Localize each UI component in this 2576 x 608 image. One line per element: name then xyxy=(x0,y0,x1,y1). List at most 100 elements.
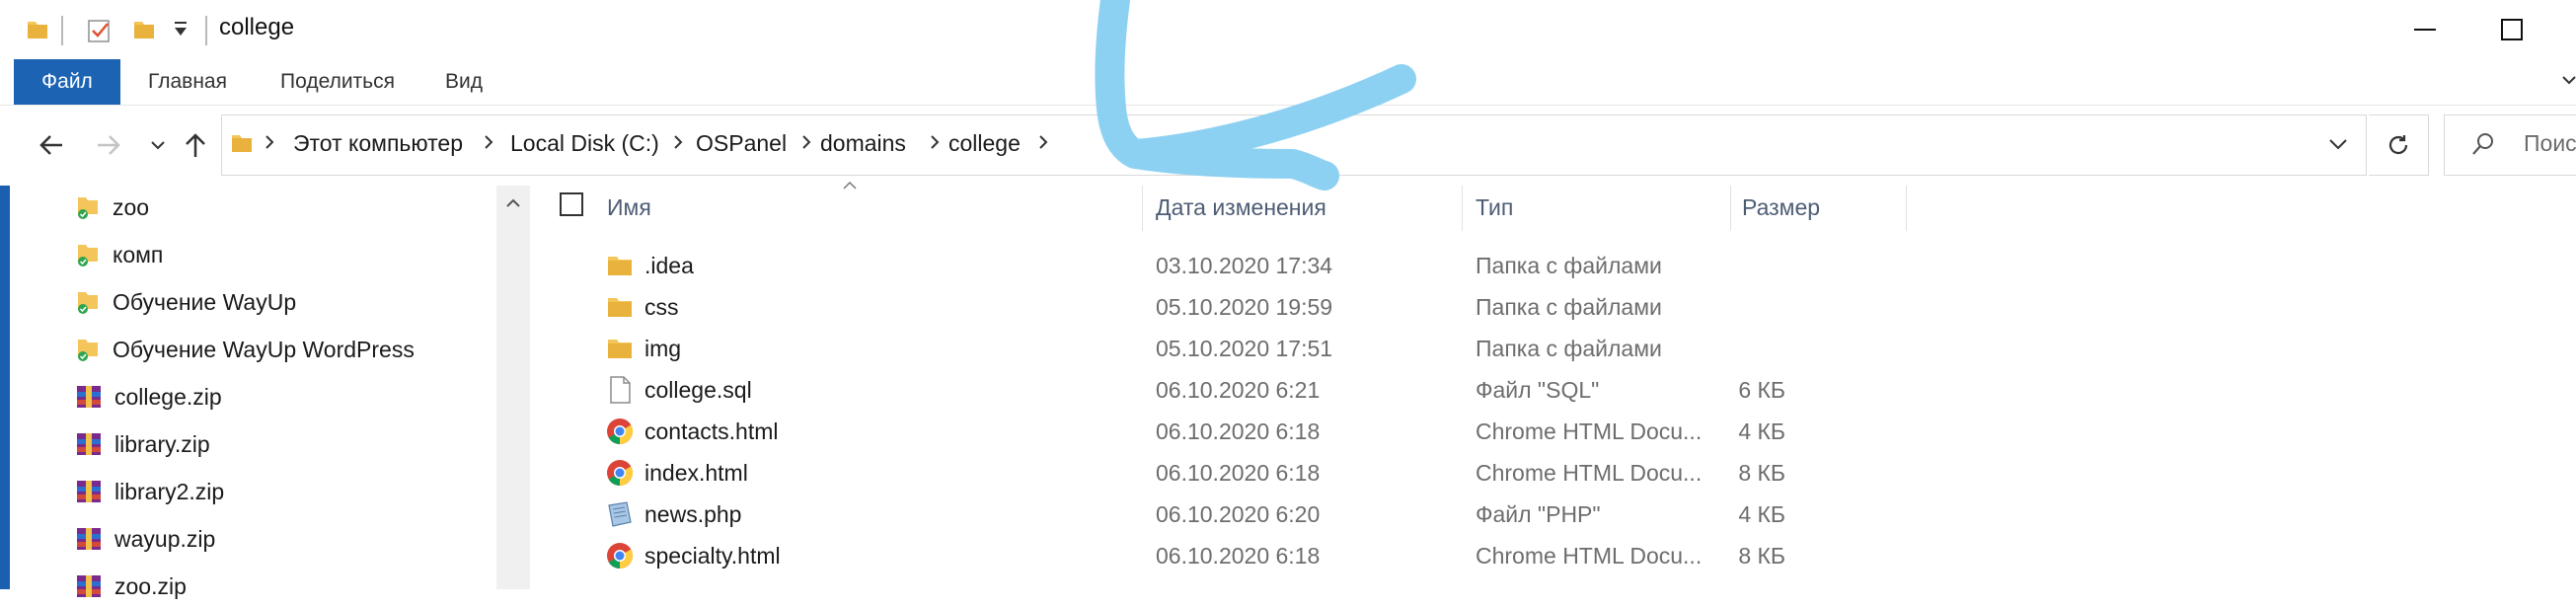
back-button[interactable] xyxy=(32,125,71,165)
properties-check-icon[interactable] xyxy=(87,18,113,48)
file-name: college.sql xyxy=(644,377,752,403)
tree-item-library-zip[interactable]: library.zip xyxy=(75,422,210,466)
pane-edge xyxy=(0,186,10,589)
file-name: index.html xyxy=(644,460,748,486)
folder-icon xyxy=(230,131,254,160)
column-divider[interactable] xyxy=(1730,186,1731,231)
column-divider[interactable] xyxy=(1906,186,1907,231)
search-input[interactable]: Поис xyxy=(2524,130,2576,157)
chevron-right-icon[interactable] xyxy=(929,132,941,157)
separator xyxy=(61,16,63,45)
tab-view[interactable]: Вид xyxy=(434,59,493,105)
tree-item-label: library.zip xyxy=(114,430,210,457)
tab-file[interactable]: Файл xyxy=(14,59,120,105)
file-size: 8 КБ xyxy=(1738,460,1785,486)
column-divider[interactable] xyxy=(1462,186,1463,231)
navigation-pane: zoo комп Обучение WayUp Обучение WayUp W… xyxy=(0,186,530,599)
breadcrumb-local-disk[interactable]: Local Disk (C:) xyxy=(510,130,659,157)
tree-item-label: zoo.zip xyxy=(114,572,187,599)
file-row[interactable]: college.sql 06.10.2020 6:21 Файл "SQL" 6… xyxy=(536,369,1918,411)
nav-pane-scrollbar[interactable] xyxy=(496,186,530,589)
maximize-icon xyxy=(2501,19,2523,40)
separator xyxy=(205,16,207,45)
column-header-name[interactable]: Имя xyxy=(607,186,651,229)
search-box[interactable]: Поис xyxy=(2444,114,2576,176)
column-divider[interactable] xyxy=(1142,186,1143,231)
chevron-right-icon[interactable] xyxy=(800,132,812,157)
file-size xyxy=(1720,328,1918,369)
maximize-button[interactable] xyxy=(2467,0,2556,59)
tab-home[interactable]: Главная xyxy=(138,59,237,105)
breadcrumb-this-pc[interactable]: Этот компьютер xyxy=(293,130,463,157)
refresh-icon xyxy=(2388,135,2408,155)
zip-archive-icon xyxy=(77,481,101,502)
file-date: 05.10.2020 17:51 xyxy=(1156,336,1333,361)
file-type: Файл "PHP" xyxy=(1476,501,1601,527)
zip-archive-icon xyxy=(77,575,101,597)
new-folder-icon[interactable] xyxy=(132,18,156,46)
tree-item-komp[interactable]: комп xyxy=(75,233,163,276)
tree-item-library2-zip[interactable]: library2.zip xyxy=(75,470,224,513)
up-button[interactable] xyxy=(176,125,215,165)
minimize-button[interactable] xyxy=(2381,0,2469,59)
breadcrumb-ospanel[interactable]: OSPanel xyxy=(696,130,787,157)
address-bar[interactable]: Этот компьютер Local Disk (C:) OSPanel d… xyxy=(221,114,2367,176)
chrome-icon xyxy=(607,543,634,570)
customize-quick-access-icon[interactable] xyxy=(172,20,189,44)
address-history-chevron-icon[interactable] xyxy=(2328,137,2348,156)
tree-item-wayup[interactable]: Обучение WayUp xyxy=(75,280,296,324)
file-row[interactable]: .idea 03.10.2020 17:34 Папка с файлами xyxy=(536,245,1918,286)
file-row[interactable]: img 05.10.2020 17:51 Папка с файлами xyxy=(536,328,1918,369)
sort-ascending-icon xyxy=(842,178,858,195)
chevron-right-icon[interactable] xyxy=(483,132,494,157)
file-date: 06.10.2020 6:18 xyxy=(1156,543,1321,569)
window-title: college xyxy=(219,14,295,40)
refresh-button[interactable] xyxy=(2369,114,2429,176)
file-type: Папка с файлами xyxy=(1476,253,1662,278)
scroll-up-icon[interactable] xyxy=(506,195,520,213)
back-arrow-icon xyxy=(39,135,62,155)
column-header-size[interactable]: Размер xyxy=(1742,186,1820,229)
file-name: css xyxy=(644,294,679,320)
expand-ribbon-icon[interactable] xyxy=(2562,73,2576,92)
file-name: .idea xyxy=(644,253,694,278)
tree-item-zoo-zip[interactable]: zoo.zip xyxy=(75,565,187,608)
recent-locations-button[interactable] xyxy=(138,125,178,165)
tree-item-wayup-zip[interactable]: wayup.zip xyxy=(75,517,215,561)
breadcrumb-college[interactable]: college xyxy=(948,130,1021,157)
file-type: Файл "SQL" xyxy=(1476,377,1600,403)
file-date: 05.10.2020 19:59 xyxy=(1156,294,1333,320)
tree-item-label: комп xyxy=(113,241,164,267)
chrome-icon xyxy=(607,418,634,445)
title-bar: college xyxy=(0,0,2576,59)
search-icon xyxy=(2470,131,2496,162)
select-all-checkbox[interactable] xyxy=(560,192,583,216)
file-row[interactable]: contacts.html 06.10.2020 6:18 Chrome HTM… xyxy=(536,411,1918,452)
tree-item-wayup-wordpress[interactable]: Обучение WayUp WordPress xyxy=(75,328,415,371)
tree-item-zoo[interactable]: zoo xyxy=(75,186,149,229)
file-name: contacts.html xyxy=(644,418,779,444)
chevron-right-icon[interactable] xyxy=(672,132,684,157)
minimize-icon xyxy=(2414,29,2436,31)
file-row[interactable]: specialty.html 06.10.2020 6:18 Chrome HT… xyxy=(536,535,1918,576)
chrome-icon xyxy=(607,460,634,487)
tab-share[interactable]: Поделиться xyxy=(268,59,407,105)
zip-archive-icon xyxy=(77,386,101,408)
file-type: Папка с файлами xyxy=(1476,294,1662,320)
file-date: 06.10.2020 6:18 xyxy=(1156,418,1321,444)
chevron-right-icon[interactable] xyxy=(264,132,275,157)
column-header-date[interactable]: Дата изменения xyxy=(1156,186,1326,229)
file-row[interactable]: css 05.10.2020 19:59 Папка с файлами xyxy=(536,286,1918,328)
file-name: img xyxy=(644,336,682,361)
forward-button[interactable] xyxy=(89,125,128,165)
file-row[interactable]: news.php 06.10.2020 6:20 Файл "PHP" 4 КБ xyxy=(536,494,1918,535)
ribbon-tabs: Файл Главная Поделиться Вид xyxy=(0,59,2576,105)
chevron-right-icon[interactable] xyxy=(1037,132,1049,157)
file-date: 06.10.2020 6:21 xyxy=(1156,377,1321,403)
synced-folder-icon xyxy=(78,245,98,266)
breadcrumb-domains[interactable]: domains xyxy=(820,130,906,157)
file-row[interactable]: index.html 06.10.2020 6:18 Chrome HTML D… xyxy=(536,452,1918,494)
column-header-type[interactable]: Тип xyxy=(1476,186,1513,229)
tree-item-college-zip[interactable]: college.zip xyxy=(75,375,222,418)
file-size: 4 КБ xyxy=(1738,501,1785,527)
